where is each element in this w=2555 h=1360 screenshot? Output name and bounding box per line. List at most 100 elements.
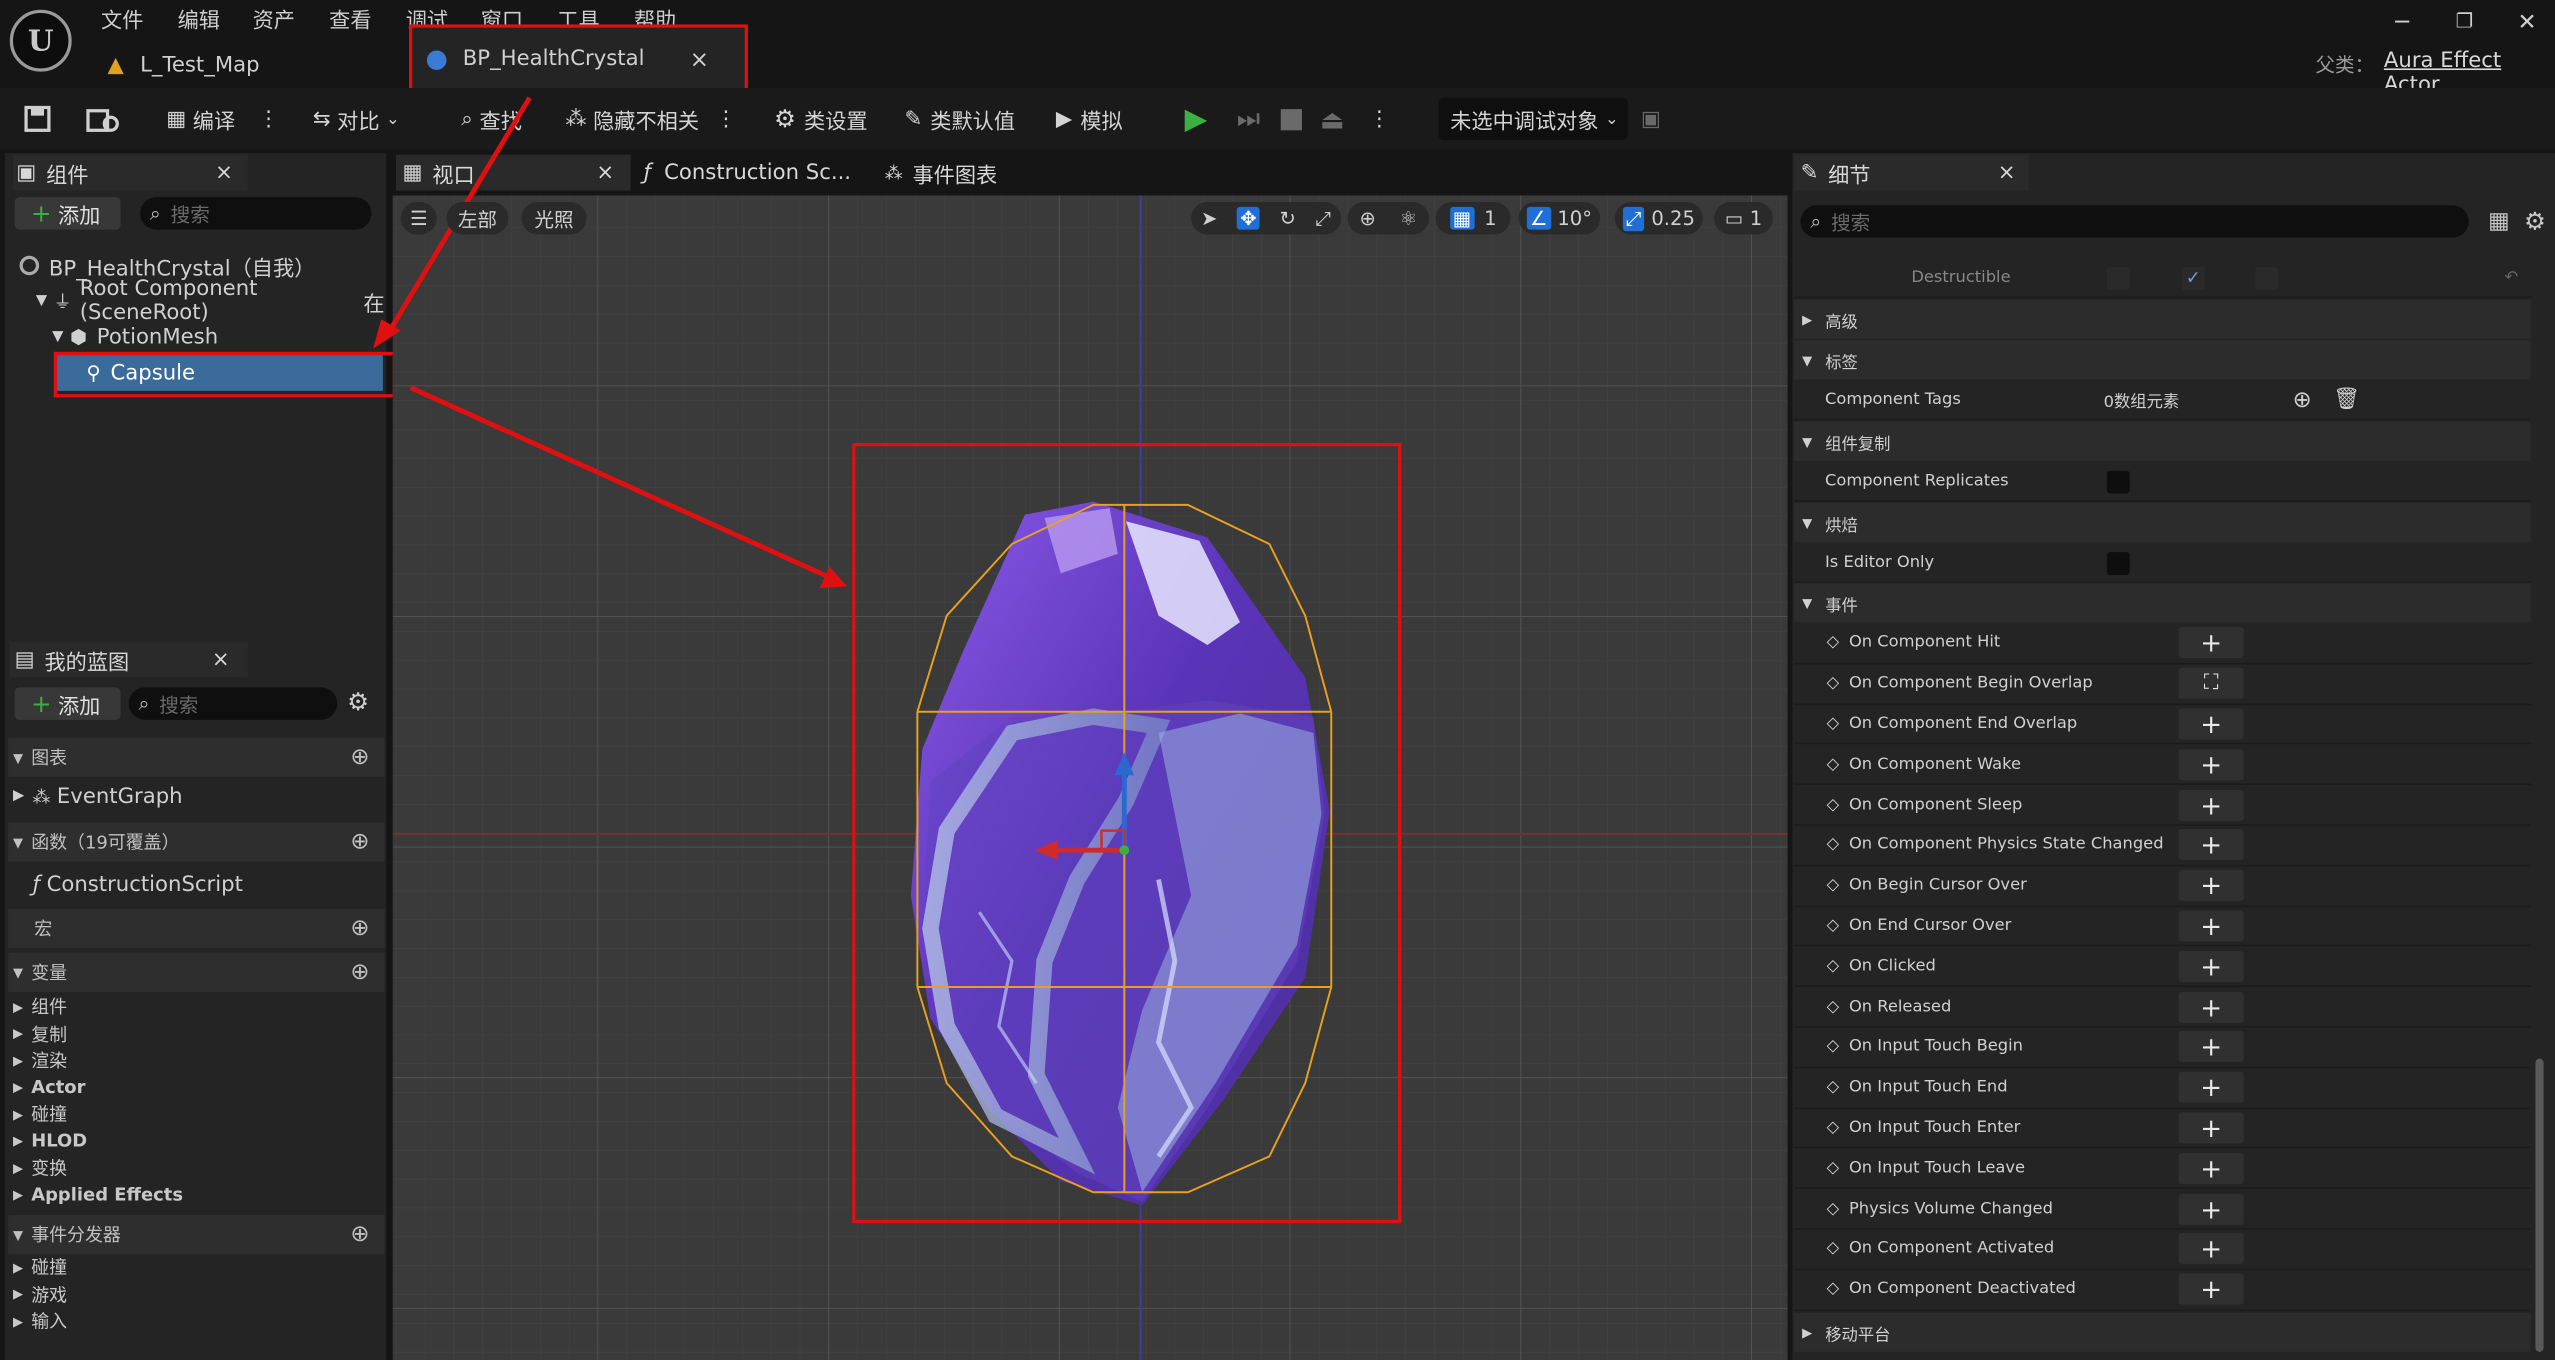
event-row: ◇ On Component Begin Overlap ⛶	[1794, 664, 2531, 705]
move-icon[interactable]: ✥	[1236, 206, 1260, 230]
add-event-button[interactable]: +	[2178, 1031, 2244, 1063]
details-scrollbar[interactable]	[2535, 1058, 2544, 1352]
event-label: On Input Touch Enter	[1848, 1118, 2021, 1137]
pencil-icon: ✎	[1800, 160, 1819, 185]
add-element-icon[interactable]: ⊕	[2293, 387, 2312, 413]
section-label: 事件	[1825, 596, 1858, 615]
event-icon: ◇	[1826, 755, 1840, 774]
add-event-button[interactable]: +	[2178, 950, 2244, 982]
section-events[interactable]: ▼ 事件	[1794, 583, 2531, 623]
event-row: ◇ On Component Sleep +	[1794, 785, 2531, 826]
event-label: On Input Touch End	[1848, 1078, 2008, 1097]
event-label: On Begin Cursor Over	[1848, 876, 2027, 895]
event-icon: ◇	[1826, 876, 1840, 895]
is-editor-only-checkbox[interactable]	[2106, 551, 2130, 575]
rotation-snap-button[interactable]: ∠ 10°	[1518, 201, 1601, 235]
event-label: On End Cursor Over	[1848, 916, 2012, 935]
section-replication[interactable]: ▼ 组件复制	[1794, 421, 2531, 461]
expand-arrow-icon: ▼	[1802, 515, 1813, 531]
grid-icon: ▦	[1449, 206, 1475, 230]
rotate-icon[interactable]: ↻	[1280, 207, 1296, 230]
camera-speed-button[interactable]: ▭ 1	[1714, 201, 1773, 235]
property-label: Component Tags	[1824, 390, 1961, 409]
is-editor-only-row: Is Editor Only	[1794, 543, 2531, 584]
component-tags-row: Component Tags 0数组元素 ⊕ 🗑	[1794, 381, 2531, 421]
scale-snap-button[interactable]: ⤢ 0.25	[1614, 201, 1703, 235]
add-event-button[interactable]: +	[2178, 1112, 2244, 1144]
add-event-button[interactable]: +	[2178, 627, 2244, 659]
section-label: 标签	[1825, 354, 1858, 373]
section-label: 移动平台	[1825, 1326, 1891, 1345]
reset-icon[interactable]: ↶	[2504, 269, 2518, 287]
add-event-button[interactable]: +	[2178, 991, 2244, 1023]
add-event-button[interactable]: +	[2178, 708, 2244, 740]
select-icon[interactable]: ➤	[1201, 207, 1217, 230]
event-label: On Released	[1848, 997, 1952, 1016]
event-row: ◇ On Released +	[1794, 987, 2531, 1028]
expand-arrow-icon: ▶	[1802, 311, 1813, 327]
section-cooking[interactable]: ▼ 烘焙	[1794, 503, 2531, 543]
trash-icon[interactable]: 🗑	[2333, 388, 2360, 412]
add-event-button[interactable]: +	[2178, 1233, 2244, 1265]
event-label: On Input Touch Leave	[1848, 1159, 2026, 1178]
add-event-button[interactable]: +	[2178, 1152, 2244, 1184]
grid-snap-button[interactable]: ▦ 1	[1435, 201, 1511, 235]
scale-icon[interactable]: ⤢	[1316, 206, 1332, 230]
component-replicates-checkbox[interactable]	[2106, 469, 2130, 493]
event-label: On Component Activated	[1848, 1240, 2055, 1259]
add-event-button[interactable]: +	[2178, 789, 2244, 821]
event-row: ◇ Physics Volume Changed +	[1794, 1189, 2531, 1230]
details-tab[interactable]: ✎ 细节 ×	[1794, 154, 2029, 191]
close-icon[interactable]: ×	[1998, 160, 2016, 184]
camera-speed-value: 1	[1749, 206, 1763, 230]
destructible-row: Destructible ✓ ↶	[1794, 258, 2531, 299]
camera-icon: ▭	[1724, 206, 1744, 230]
section-tags[interactable]: ▼ 标签	[1794, 340, 2531, 380]
property-label: Destructible	[1911, 268, 2011, 287]
add-event-button[interactable]: +	[2178, 829, 2244, 861]
event-label: On Component Begin Overlap	[1848, 674, 2093, 693]
viewport-menu-button[interactable]: ☰	[400, 201, 437, 235]
event-row: ◇ On Component Activated +	[1794, 1229, 2531, 1271]
section-mobile-platform[interactable]: ▶ 移动平台	[1794, 1312, 2531, 1352]
coord-tools: ⊕ ⚛	[1347, 201, 1430, 235]
details-title: 细节	[1828, 163, 1871, 189]
angle-icon: ∠	[1526, 206, 1551, 230]
checked-checkbox-icon[interactable]: ✓	[2181, 266, 2205, 290]
event-label: On Input Touch Begin	[1848, 1038, 2024, 1057]
section-label: 烘焙	[1825, 517, 1858, 536]
add-event-button[interactable]: +	[2178, 1193, 2244, 1225]
add-event-button[interactable]: +	[2178, 1072, 2244, 1103]
section-advanced[interactable]: ▶ 高级	[1794, 299, 2531, 339]
surface-snap-icon[interactable]: ⚛	[1400, 207, 1418, 230]
world-icon[interactable]: ⊕	[1359, 207, 1375, 230]
settings-gear-icon[interactable]: ⚙	[2524, 207, 2546, 236]
event-icon: ◇	[1826, 674, 1840, 693]
search-icon: ⌕	[1810, 209, 1822, 233]
event-row: ◇ On Begin Cursor Over +	[1794, 866, 2531, 907]
add-event-button[interactable]: +	[2178, 748, 2244, 780]
add-event-button[interactable]: +	[2178, 870, 2244, 901]
add-event-button[interactable]: +	[2178, 910, 2244, 942]
checkbox[interactable]	[2255, 266, 2278, 290]
event-label: On Component Deactivated	[1848, 1280, 2076, 1299]
event-label: On Component Sleep	[1848, 795, 2023, 814]
event-row: ◇ On Component Physics State Changed +	[1794, 825, 2531, 867]
expand-arrow-icon: ▼	[1802, 434, 1813, 449]
event-row: ◇ On Component Wake +	[1794, 744, 2531, 786]
table-view-icon[interactable]: ▦	[2488, 208, 2510, 234]
checkbox[interactable]	[2106, 266, 2130, 290]
event-row: ◇ On Clicked +	[1794, 946, 2531, 988]
event-icon: ◇	[1826, 1240, 1840, 1259]
scale-snap-value: 0.25	[1651, 206, 1695, 230]
event-icon: ◇	[1826, 714, 1840, 733]
property-value: 0数组元素	[2103, 394, 2180, 413]
expand-arrow-icon: ▼	[1802, 352, 1813, 368]
view-mode-button[interactable]: 左部	[446, 201, 509, 235]
grid-snap-value: 1	[1484, 206, 1497, 230]
component-replicates-row: Component Replicates	[1794, 462, 2531, 502]
view-event-button[interactable]: ⛶	[2178, 668, 2244, 700]
details-search-input[interactable]: ⌕ 搜索	[1800, 205, 2469, 238]
lighting-button[interactable]: 光照	[521, 201, 587, 235]
add-event-button[interactable]: +	[2178, 1273, 2244, 1305]
